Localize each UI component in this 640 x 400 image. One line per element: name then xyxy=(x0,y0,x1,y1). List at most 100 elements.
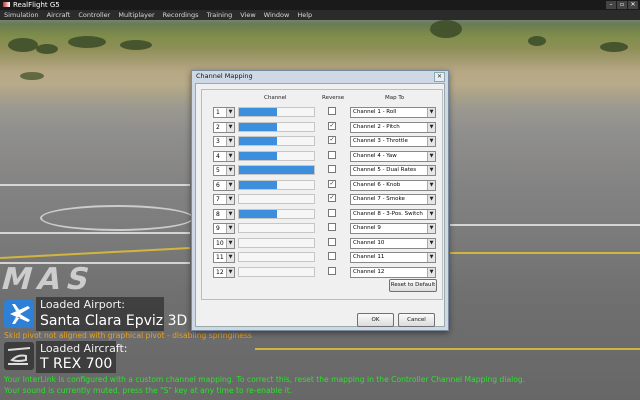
dialog-titlebar[interactable]: Channel Mapping ✕ xyxy=(192,71,448,82)
map-to-select[interactable]: Channel 6 - Knob ▼ xyxy=(350,179,436,191)
menu-window[interactable]: Window xyxy=(260,10,294,20)
channel-level-bar xyxy=(238,121,315,132)
map-to-select[interactable]: Channel 8 - 3-Pos. Switch ▼ xyxy=(350,208,436,220)
channel-number-select[interactable]: 8 ▼ xyxy=(213,208,235,220)
chevron-down-icon[interactable]: ▼ xyxy=(226,180,234,190)
chevron-down-icon[interactable]: ▼ xyxy=(226,137,234,146)
menu-aircraft[interactable]: Aircraft xyxy=(43,10,75,20)
channel-level-bar xyxy=(238,150,315,161)
reverse-checkbox[interactable]: ✓ xyxy=(328,121,336,130)
chevron-down-icon[interactable]: ▼ xyxy=(226,253,234,262)
dialog-close-button[interactable]: ✕ xyxy=(434,72,445,82)
channel-level-bar xyxy=(238,107,315,117)
interlink-message: Your InterLink is configured with a cust… xyxy=(4,375,526,384)
channel-number-value: 4 xyxy=(216,152,220,160)
chevron-down-icon[interactable]: ▼ xyxy=(226,108,234,117)
channel-header: Channel xyxy=(264,95,287,101)
menu-help[interactable]: Help xyxy=(293,10,316,20)
channel-number-select[interactable]: 7 ▼ xyxy=(213,194,235,205)
channel-number-value: 6 xyxy=(216,181,220,189)
chevron-down-icon[interactable]: ▼ xyxy=(226,195,234,204)
channel-number-select[interactable]: 12 ▼ xyxy=(213,266,235,278)
reverse-checkbox[interactable] xyxy=(328,252,336,260)
chevron-down-icon[interactable]: ▼ xyxy=(427,166,435,175)
channel-group: Channel Reverse Map To 1 ▼ Channel 1 - Rol… xyxy=(201,89,443,300)
reverse-checkbox[interactable] xyxy=(328,237,336,246)
chevron-down-icon[interactable]: ▼ xyxy=(226,267,234,277)
chevron-down-icon[interactable]: ▼ xyxy=(226,238,234,248)
cancel-button[interactable]: Cancel xyxy=(398,313,435,327)
channel-number-select[interactable]: 4 ▼ xyxy=(213,150,235,162)
channel-number-select[interactable]: 5 ▼ xyxy=(213,165,235,176)
map-to-select[interactable]: Channel 5 - Dual Rates ▼ xyxy=(350,165,436,176)
channel-number-select[interactable]: 9 ▼ xyxy=(213,223,235,234)
map-to-select[interactable]: Channel 4 - Yaw ▼ xyxy=(350,150,436,162)
chevron-down-icon[interactable]: ▼ xyxy=(427,253,435,262)
channel-number-value: 8 xyxy=(216,210,220,218)
map-to-select[interactable]: Channel 2 - Pitch ▼ xyxy=(350,121,436,133)
dialog-body: Channel Reverse Map To 1 ▼ Channel 1 - Rol… xyxy=(195,83,445,327)
chevron-down-icon[interactable]: ▼ xyxy=(427,180,435,190)
map-to-value: Channel 5 - Dual Rates xyxy=(353,167,417,173)
map-to-select[interactable]: Channel 12 ▼ xyxy=(350,266,436,278)
channel-number-select[interactable]: 1 ▼ xyxy=(213,107,235,118)
channel-number-select[interactable]: 6 ▼ xyxy=(213,179,235,191)
channel-number-value: 12 xyxy=(216,268,224,276)
menu-recordings[interactable]: Recordings xyxy=(159,10,203,20)
channel-level-fill xyxy=(239,209,277,218)
chevron-down-icon[interactable]: ▼ xyxy=(226,224,234,233)
airplane-icon xyxy=(4,300,34,328)
chevron-down-icon[interactable]: ▼ xyxy=(427,122,435,132)
chevron-down-icon[interactable]: ▼ xyxy=(427,209,435,219)
map-to-value: Channel 9 xyxy=(353,225,381,231)
channel-row: 10 ▼ Channel 10 ▼ xyxy=(202,236,442,251)
map-to-select[interactable]: Channel 7 - Smoke ▼ xyxy=(350,194,436,205)
chevron-down-icon[interactable]: ▼ xyxy=(427,108,435,117)
chevron-down-icon[interactable]: ▼ xyxy=(427,137,435,146)
maximize-icon[interactable]: ▫ xyxy=(617,1,627,9)
map-to-select[interactable]: Channel 10 ▼ xyxy=(350,237,436,249)
close-icon[interactable]: ✕ xyxy=(628,1,638,9)
menu-controller[interactable]: Controller xyxy=(74,10,114,20)
minimize-icon[interactable]: – xyxy=(606,1,616,9)
map-to-select[interactable]: Channel 9 ▼ xyxy=(350,223,436,234)
reverse-checkbox[interactable] xyxy=(328,266,336,275)
menu-multiplayer[interactable]: Multiplayer xyxy=(114,10,158,20)
channel-number-select[interactable]: 11 ▼ xyxy=(213,252,235,263)
reverse-checkbox[interactable] xyxy=(328,107,336,115)
channel-row: 2 ▼ ✓ Channel 2 - Pitch ▼ xyxy=(202,120,442,135)
chevron-down-icon[interactable]: ▼ xyxy=(427,224,435,233)
channel-level-bar xyxy=(238,179,315,190)
map-to-value: Channel 7 - Smoke xyxy=(353,196,405,202)
chevron-down-icon[interactable]: ▼ xyxy=(226,209,234,219)
menu-training[interactable]: Training xyxy=(203,10,237,20)
chevron-down-icon[interactable]: ▼ xyxy=(226,151,234,161)
chevron-down-icon[interactable]: ▼ xyxy=(226,122,234,132)
chevron-down-icon[interactable]: ▼ xyxy=(226,166,234,175)
chevron-down-icon[interactable]: ▼ xyxy=(427,238,435,248)
map-to-select[interactable]: Channel 11 ▼ xyxy=(350,252,436,263)
channel-number-select[interactable]: 2 ▼ xyxy=(213,121,235,133)
chevron-down-icon[interactable]: ▼ xyxy=(427,195,435,204)
reverse-checkbox[interactable] xyxy=(328,208,336,217)
menu-simulation[interactable]: Simulation xyxy=(0,10,43,20)
reverse-checkbox[interactable] xyxy=(328,165,336,173)
window-controls: – ▫ ✕ xyxy=(606,1,638,9)
reverse-checkbox[interactable]: ✓ xyxy=(328,194,336,202)
reverse-checkbox[interactable]: ✓ xyxy=(328,179,336,188)
reverse-checkbox[interactable] xyxy=(328,223,336,231)
reset-to-default-button[interactable]: Reset to Default xyxy=(389,279,437,292)
channel-number-select[interactable]: 10 ▼ xyxy=(213,237,235,249)
airport-name: Santa Clara Epviz 3D xyxy=(40,313,188,329)
menu-view[interactable]: View xyxy=(236,10,259,20)
map-to-select[interactable]: Channel 1 - Roll ▼ xyxy=(350,107,436,118)
ok-button[interactable]: OK xyxy=(357,313,394,327)
channel-number-value: 7 xyxy=(216,196,220,203)
dialog-title: Channel Mapping xyxy=(196,72,253,80)
channel-number-select[interactable]: 3 ▼ xyxy=(213,136,235,147)
chevron-down-icon[interactable]: ▼ xyxy=(427,267,435,277)
chevron-down-icon[interactable]: ▼ xyxy=(427,151,435,161)
reverse-checkbox[interactable] xyxy=(328,150,336,159)
reverse-checkbox[interactable]: ✓ xyxy=(328,136,336,144)
map-to-select[interactable]: Channel 3 - Throttle ▼ xyxy=(350,136,436,147)
